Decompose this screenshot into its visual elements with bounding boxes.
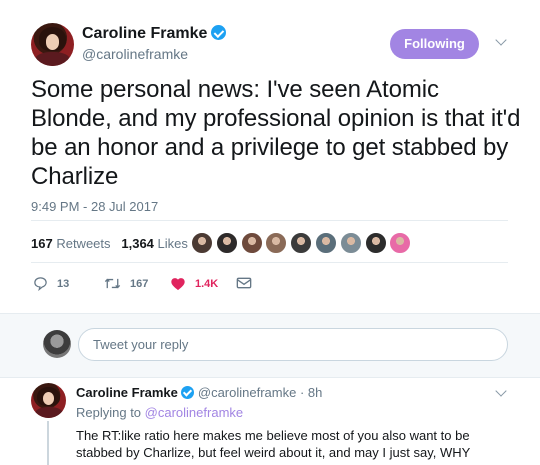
reply-count: 13 [57, 277, 70, 290]
following-button[interactable]: Following [390, 29, 479, 59]
author-avatar[interactable] [31, 23, 74, 66]
tweet-timestamp[interactable]: 9:49 PM - 28 Jul 2017 [31, 199, 158, 214]
retweet-action[interactable]: 167 [104, 276, 148, 291]
retweets-count: 167 [31, 236, 53, 251]
likes-label: Likes [157, 236, 188, 251]
reply-icon [34, 277, 47, 291]
liker-avatar[interactable] [265, 232, 288, 254]
liker-avatar[interactable] [389, 232, 412, 254]
liker-avatar[interactable] [215, 232, 238, 254]
reply-input[interactable]: Tweet your reply [78, 328, 508, 361]
retweets-label: Retweets [56, 236, 111, 251]
engagement-stats: 167 Retweets 1,364 Likes [31, 236, 188, 251]
reply-author-name[interactable]: Caroline Framke [76, 385, 178, 400]
thread-line [47, 421, 49, 465]
chevron-down-icon[interactable] [496, 387, 506, 397]
divider [31, 220, 508, 221]
reply-text: The RT:like ratio here makes me believe … [76, 428, 471, 460]
reply-time[interactable]: · 8h [300, 385, 322, 400]
reply-action[interactable]: 13 [33, 276, 69, 291]
likes-count: 1,364 [121, 236, 154, 251]
replying-to-link[interactable]: @carolineframke [145, 405, 243, 420]
like-action[interactable]: 1.4K [170, 276, 218, 291]
author-handle[interactable]: @carolineframke [82, 46, 188, 62]
reply-author-handle[interactable]: @carolineframke [198, 385, 296, 400]
likes-stat[interactable]: 1,364 Likes [121, 236, 188, 251]
like-count: 1.4K [195, 277, 219, 290]
liker-avatar[interactable] [191, 232, 213, 254]
verified-badge-icon [180, 386, 194, 399]
liker-avatar[interactable] [315, 232, 337, 254]
replying-to: Replying to @carolineframke [76, 405, 243, 420]
verified-badge-icon [211, 25, 227, 40]
liker-avatar[interactable] [364, 232, 387, 254]
chevron-down-icon[interactable] [496, 36, 506, 46]
reply-author-avatar[interactable] [31, 383, 66, 418]
retweets-stat[interactable]: 167 Retweets [31, 236, 111, 251]
heart-icon [171, 278, 185, 291]
liker-avatar[interactable] [240, 232, 263, 254]
retweet-icon [104, 278, 121, 289]
tweet-text: Some personal news: I've seen Atomic Blo… [31, 76, 521, 190]
reply-header: Caroline Framke @carolineframke · 8h [76, 385, 322, 400]
liker-avatar[interactable] [339, 232, 362, 254]
author-name[interactable]: Caroline Framke [82, 25, 207, 42]
current-user-avatar [43, 330, 71, 358]
envelope-icon [236, 277, 252, 289]
author-name-row[interactable]: Caroline Framke [82, 25, 227, 43]
retweet-count: 167 [130, 277, 149, 290]
replying-prefix: Replying to [76, 405, 142, 420]
liker-avatar[interactable] [290, 232, 313, 254]
reply-composer: Tweet your reply [0, 313, 540, 378]
dm-action[interactable] [236, 276, 252, 290]
divider [31, 262, 508, 263]
